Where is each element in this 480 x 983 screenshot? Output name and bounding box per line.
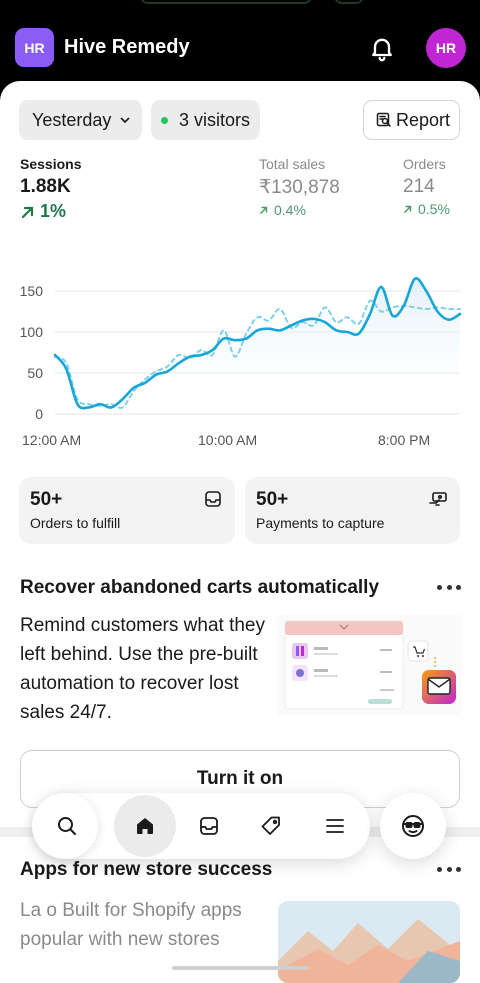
menu-icon bbox=[326, 819, 344, 833]
promo-body: Remind customers what they left behind. … bbox=[20, 615, 265, 723]
camera-cutout bbox=[140, 0, 312, 4]
apps-more-options-button[interactable] bbox=[437, 865, 461, 873]
report-icon bbox=[376, 112, 391, 127]
metric-delta: 0.5% bbox=[403, 201, 450, 217]
sidekick-icon bbox=[402, 815, 424, 837]
metric-orders[interactable]: Orders 214 0.5% bbox=[403, 156, 450, 217]
arrow-up-right-icon bbox=[260, 206, 268, 214]
arrow-up-right-icon bbox=[21, 206, 34, 218]
metric-label: Sessions bbox=[20, 156, 82, 172]
payments-to-capture-card[interactable]: 50+ Payments to capture bbox=[245, 477, 460, 544]
metric-value: ₹130,878 bbox=[259, 177, 340, 198]
x-tick-label: 8:00 PM bbox=[378, 432, 430, 448]
metric-sessions[interactable]: Sessions 1.88K 1% bbox=[20, 156, 81, 222]
metric-delta-value: 0.5% bbox=[418, 201, 450, 217]
metric-total-sales[interactable]: Total sales ₹130,878 0.4% bbox=[259, 156, 340, 218]
apps-promo-image[interactable] bbox=[278, 901, 460, 983]
store-avatar[interactable]: HR bbox=[15, 28, 54, 67]
series-area bbox=[55, 278, 460, 414]
metric-value: 214 bbox=[403, 176, 435, 197]
bell-icon[interactable] bbox=[368, 34, 396, 62]
visitors-label: 3 visitors bbox=[179, 109, 251, 130]
tab-products[interactable] bbox=[238, 793, 304, 859]
card-count: 50+ bbox=[256, 489, 289, 510]
card-label: Payments to capture bbox=[256, 515, 385, 531]
metric-label: Orders bbox=[403, 156, 446, 172]
card-count: 50+ bbox=[30, 489, 63, 510]
automation-illustration bbox=[276, 615, 462, 715]
live-visitors-chip[interactable]: 3 visitors bbox=[151, 100, 260, 140]
y-tick-label: 50 bbox=[27, 365, 43, 381]
home-icon bbox=[137, 818, 153, 834]
x-tick-label: 10:00 AM bbox=[198, 432, 257, 448]
tab-orders[interactable] bbox=[176, 793, 242, 859]
tab-menu[interactable] bbox=[302, 793, 368, 859]
sessions-chart[interactable]: 150 100 50 0 12:00 AM 10:00 AM 8:00 PM bbox=[0, 261, 480, 451]
card-label: Orders to fulfill bbox=[30, 515, 121, 531]
apps-section-title: Apps for new store success bbox=[20, 859, 273, 880]
tab-search[interactable] bbox=[34, 793, 100, 859]
tag-icon bbox=[261, 816, 280, 835]
more-options-button[interactable] bbox=[437, 583, 461, 591]
y-tick-label: 100 bbox=[20, 324, 44, 340]
metric-delta-value: 1% bbox=[40, 201, 67, 221]
metric-value: 1.88K bbox=[20, 176, 71, 197]
chevron-down-icon bbox=[121, 117, 130, 124]
report-label: Report bbox=[396, 109, 451, 130]
camera-cutout bbox=[334, 0, 364, 4]
promo-title: Recover abandoned carts automatically bbox=[20, 577, 380, 598]
live-dot-icon bbox=[161, 116, 168, 124]
date-range-picker[interactable]: Yesterday bbox=[19, 100, 142, 140]
metric-delta-value: 0.4% bbox=[274, 202, 306, 218]
arrow-up-right-icon bbox=[404, 205, 412, 213]
report-button[interactable]: Report bbox=[363, 100, 460, 140]
cash-icon bbox=[429, 492, 447, 506]
apps-section-body: La o Built for Shopify apps popular with… bbox=[20, 900, 242, 950]
inbox-icon bbox=[200, 817, 218, 835]
date-range-label: Yesterday bbox=[32, 109, 112, 130]
sidekick-button[interactable] bbox=[380, 793, 446, 859]
home-indicator bbox=[172, 966, 308, 970]
metric-label: Total sales bbox=[259, 156, 326, 172]
y-tick-label: 150 bbox=[20, 283, 44, 299]
user-avatar[interactable]: HR bbox=[426, 28, 466, 68]
x-tick-label: 12:00 AM bbox=[22, 432, 81, 448]
search-icon bbox=[58, 817, 76, 835]
y-tick-label: 0 bbox=[35, 406, 43, 422]
metric-delta: 1% bbox=[20, 201, 81, 222]
top-bar: HR Hive Remedy HR bbox=[0, 18, 480, 78]
orders-to-fulfill-card[interactable]: 50+ Orders to fulfill bbox=[19, 477, 235, 544]
tab-home[interactable] bbox=[112, 793, 178, 859]
inbox-icon bbox=[205, 491, 221, 507]
store-name[interactable]: Hive Remedy bbox=[64, 36, 190, 59]
metric-delta: 0.4% bbox=[259, 202, 340, 218]
